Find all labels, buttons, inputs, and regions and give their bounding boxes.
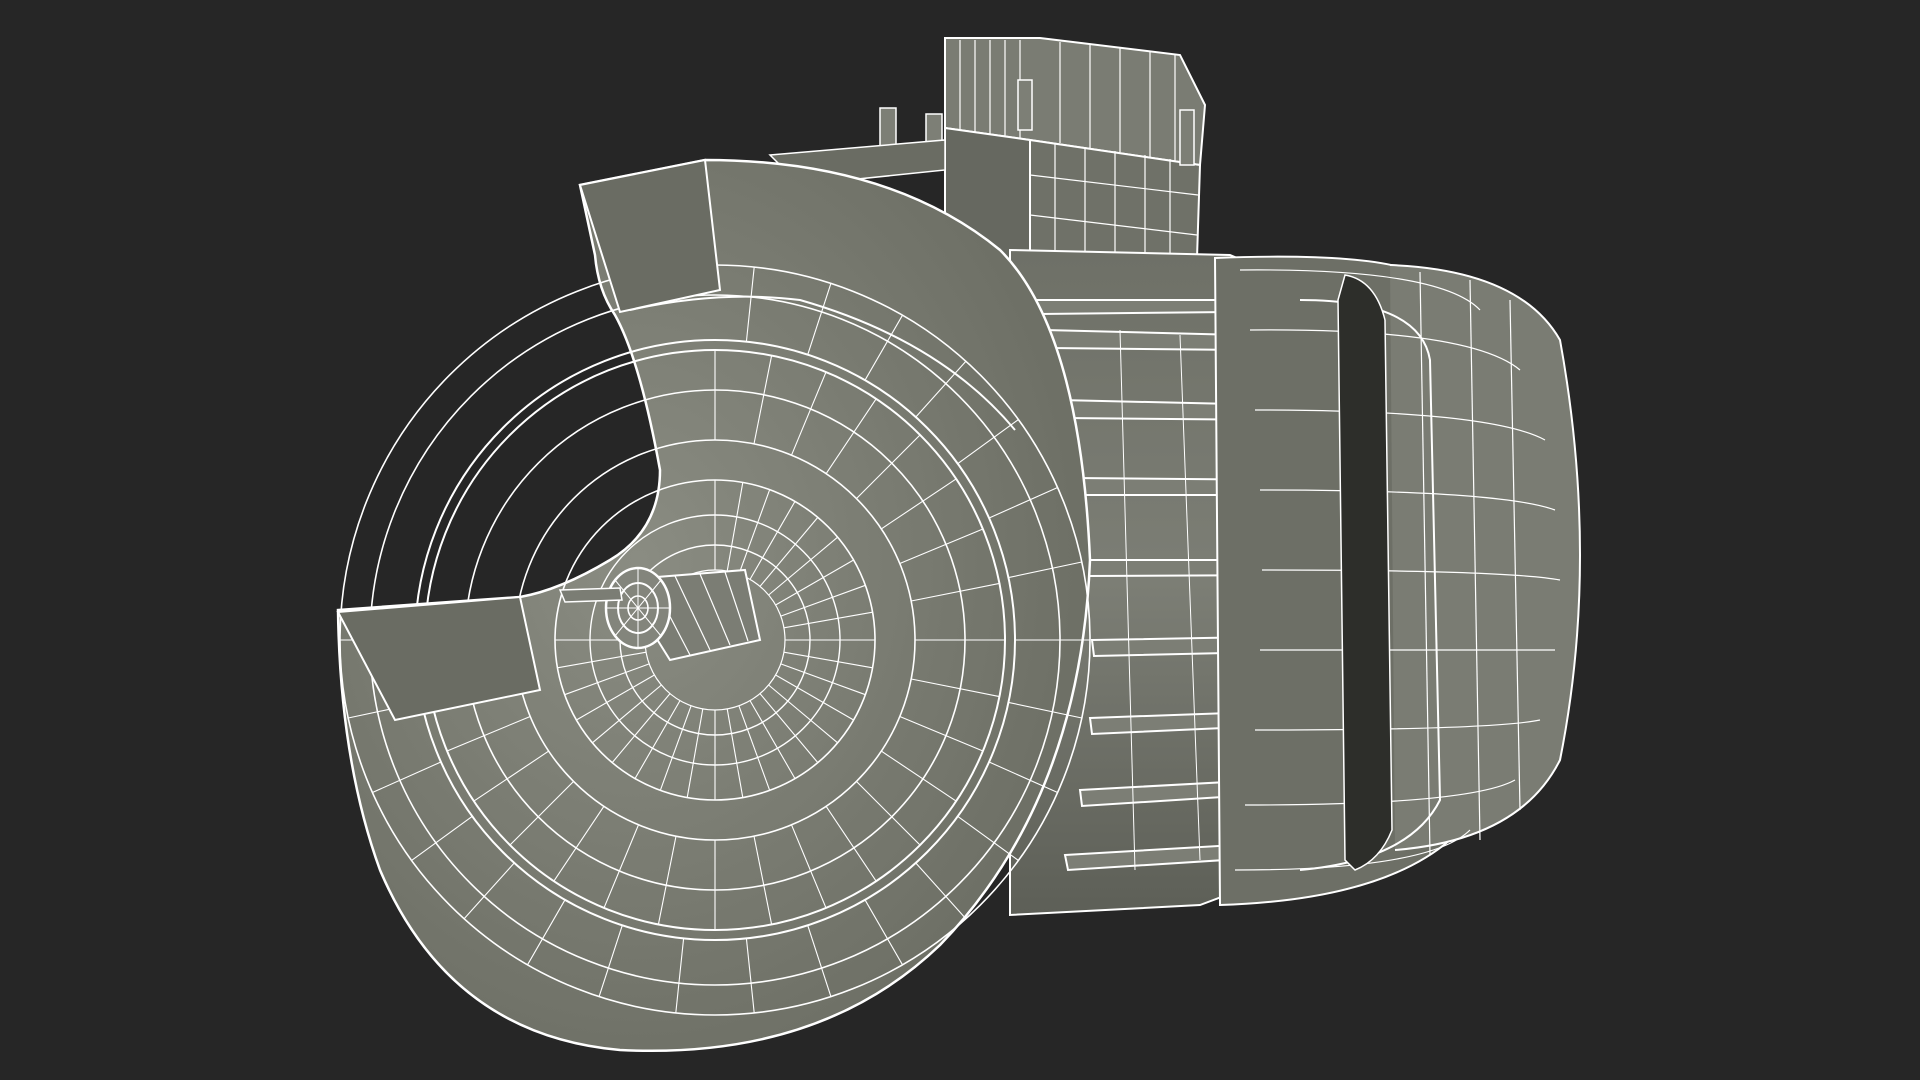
render-viewport [0, 0, 1920, 1080]
rear-cover [1213, 255, 1581, 907]
motor-render [336, 37, 1581, 1052]
